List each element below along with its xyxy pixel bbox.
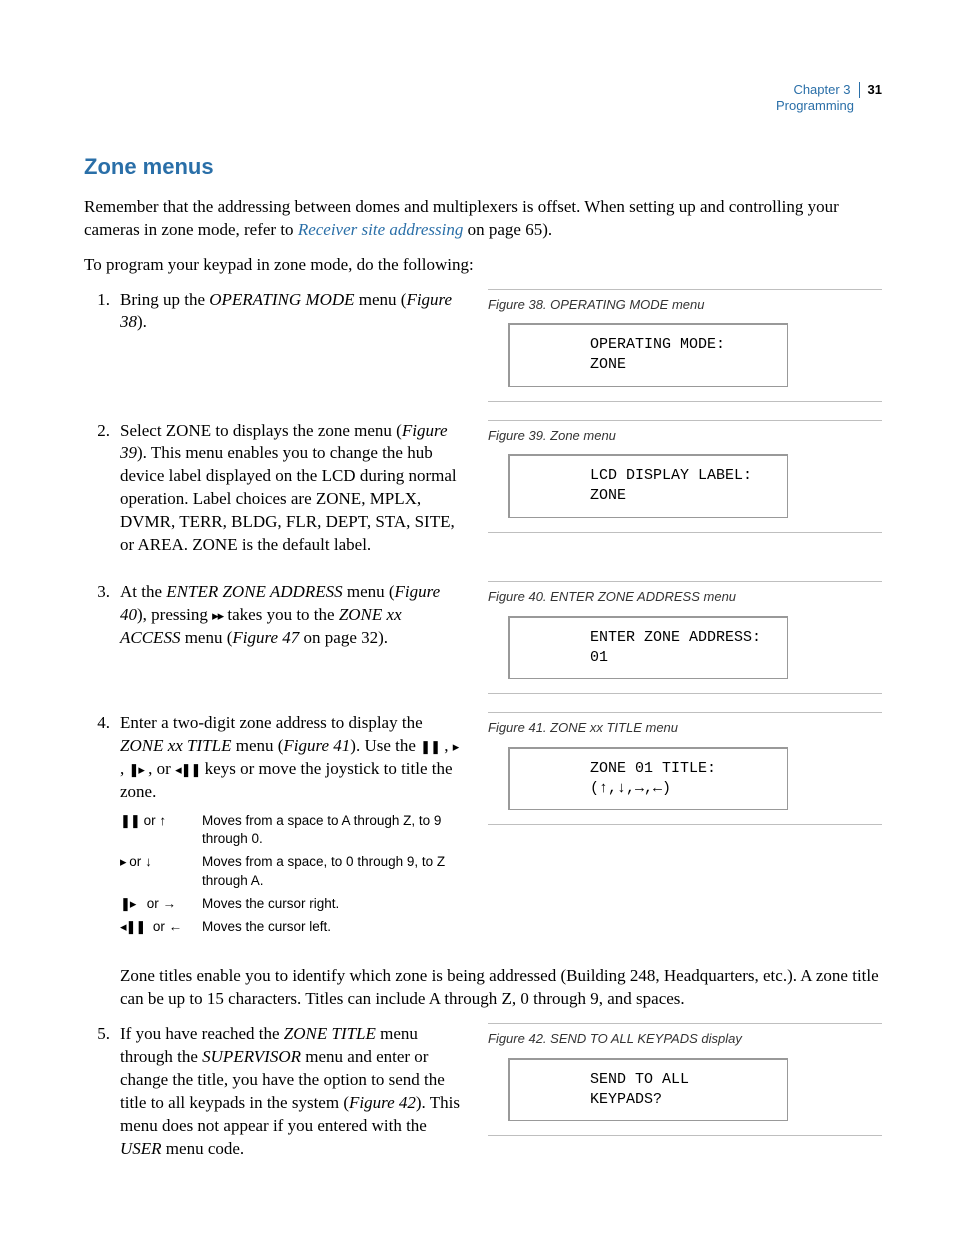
key-row-right: ❚▸ or → Moves the cursor right. (120, 895, 464, 913)
step-back-icon: ◂❚❚ (175, 762, 200, 777)
page-number: 31 (868, 82, 882, 98)
note-paragraph: Zone titles enable you to identify which… (120, 965, 882, 1011)
pause-icon: ❚❚ (120, 813, 140, 828)
step-5: 5. If you have reached the ZONE TITLE me… (84, 1023, 464, 1161)
intro-paragraph: Remember that the addressing between dom… (84, 196, 882, 242)
step-3: 3. At the ENTER ZONE ADDRESS menu (Figur… (84, 581, 464, 650)
pause-icon: ❚❚ (420, 739, 440, 754)
figure-39-lcd: LCD DISPLAY LABEL: ZONE (508, 454, 788, 518)
figure-39-caption: Figure 39. Zone menu (488, 420, 882, 445)
header-separator (859, 82, 860, 98)
step-2: 2. Select ZONE to displays the zone menu… (84, 420, 464, 558)
figure-40-lcd: ENTER ZONE ADDRESS: 01 (508, 616, 788, 680)
key-row-down: ▸ or ↓ Moves from a space, to 0 through … (120, 853, 464, 889)
rule (488, 1135, 882, 1136)
figure-42-lcd: SEND TO ALL KEYPADS? (508, 1058, 788, 1122)
step-4: 4. Enter a two-digit zone address to dis… (84, 712, 464, 941)
key-legend-table: ❚❚ or ↑ Moves from a space to A through … (120, 812, 464, 936)
figure-38-caption: Figure 38. OPERATING MODE menu (488, 289, 882, 314)
running-header: Chapter 3 31 Programming (776, 82, 882, 115)
step-forward-icon: ❚▸ (120, 896, 135, 911)
header-chapter: Chapter 3 (793, 82, 850, 98)
lead-in: To program your keypad in zone mode, do … (84, 254, 882, 277)
step-forward-icon: ❚▸ (129, 762, 144, 777)
key-row-left: ◂❚❚ or ← Moves the cursor left. (120, 918, 464, 936)
header-section: Programming (776, 98, 882, 114)
figure-38-lcd: OPERATING MODE: ZONE (508, 323, 788, 387)
rule (488, 532, 882, 533)
rule (488, 401, 882, 402)
step-1: 1. Bring up the OPERATING MODE menu (Fig… (84, 289, 464, 335)
figure-42-caption: Figure 42. SEND TO ALL KEYPADS display (488, 1023, 882, 1048)
fast-forward-icon: ▸▸ (212, 608, 223, 623)
figure-41-caption: Figure 41. ZONE xx TITLE menu (488, 712, 882, 737)
step-back-icon: ◂❚❚ (120, 919, 145, 934)
figure-41-lcd: ZONE 01 TITLE: (↑,↓,→,←) (508, 747, 788, 811)
play-icon: ▸ (453, 739, 459, 754)
section-title: Zone menus (84, 152, 882, 182)
rule (488, 693, 882, 694)
key-row-up: ❚❚ or ↑ Moves from a space to A through … (120, 812, 464, 848)
xref-link-receiver-site-addressing[interactable]: Receiver site addressing (298, 220, 464, 239)
figure-40-caption: Figure 40. ENTER ZONE ADDRESS menu (488, 581, 882, 606)
play-icon: ▸ (120, 854, 126, 869)
rule (488, 824, 882, 825)
